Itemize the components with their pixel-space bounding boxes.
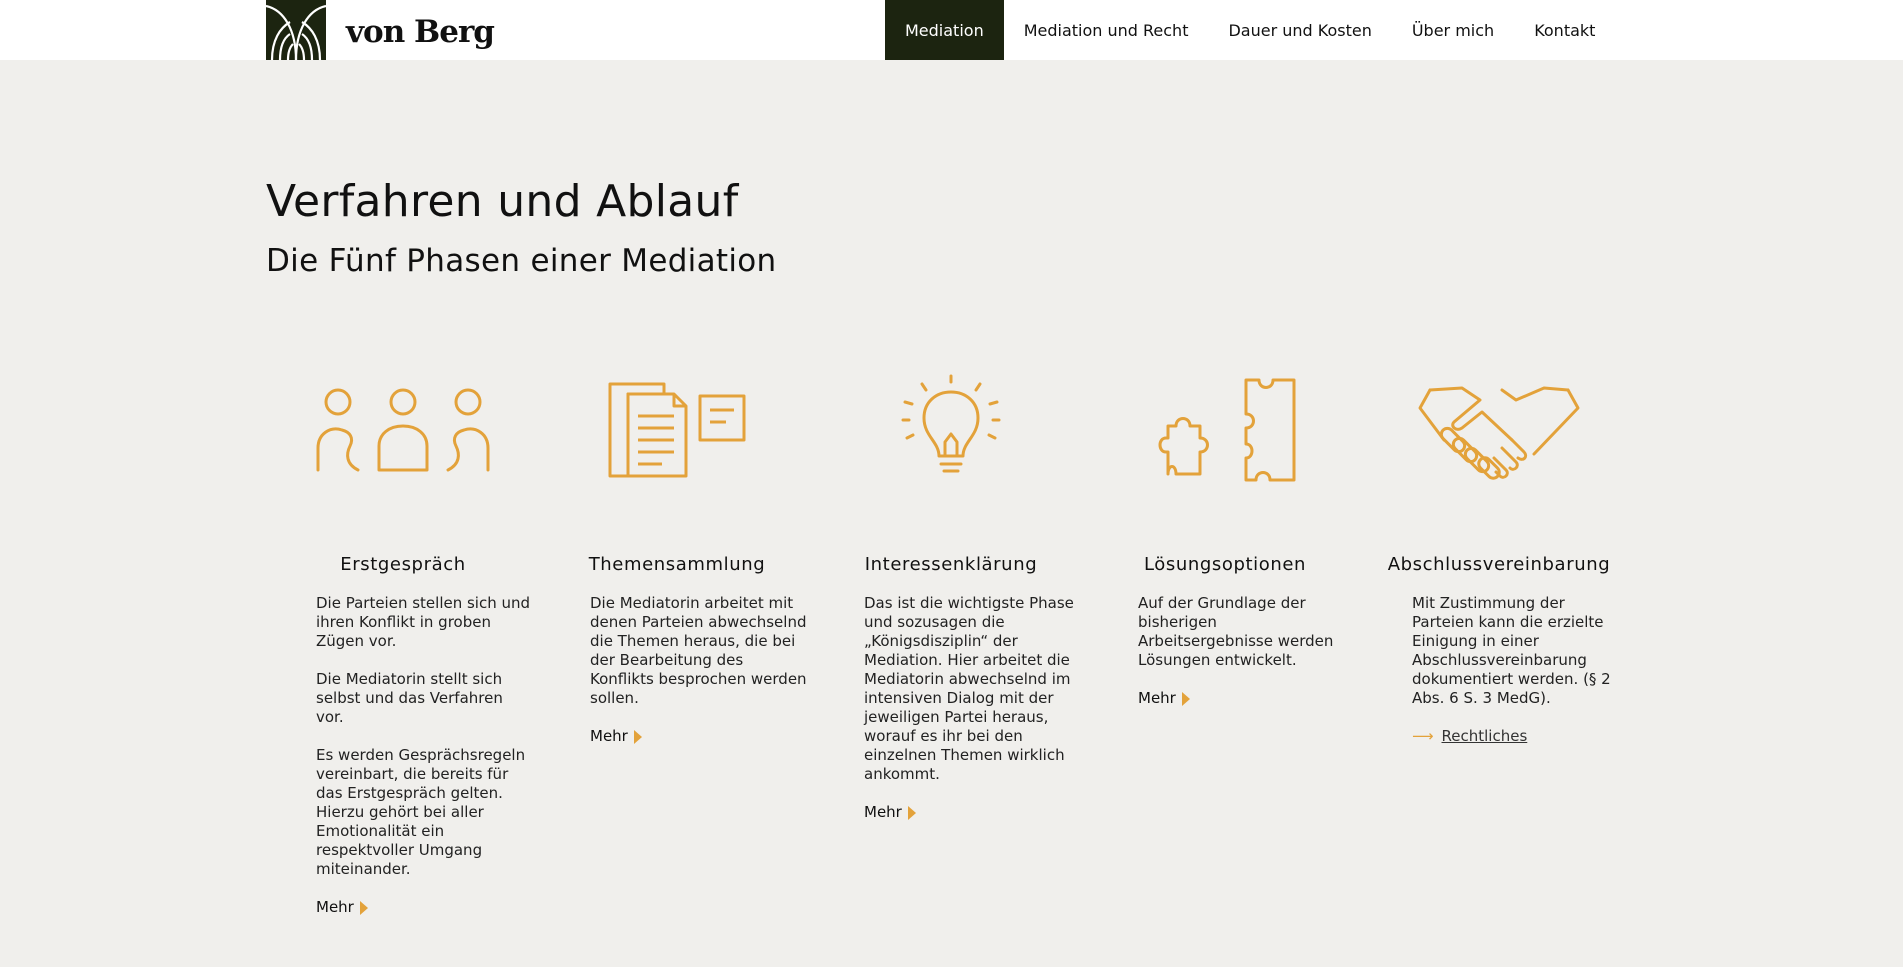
nav-item-mediation-und-recht[interactable]: Mediation und Recht xyxy=(1004,0,1209,60)
phase-body: Die Parteien stellen sich und ihren Konf… xyxy=(316,594,534,917)
arrow-right-icon: ⟶ xyxy=(1412,727,1434,745)
phase-text: Das ist die wichtigste Phase und sozusag… xyxy=(864,594,1074,783)
brand-logo[interactable]: von Berg xyxy=(266,0,495,60)
nav-item-dauer-und-kosten[interactable]: Dauer und Kosten xyxy=(1208,0,1391,60)
puzzle-icon xyxy=(1158,378,1296,482)
nav-item-ueber-mich[interactable]: Über mich xyxy=(1392,0,1514,60)
handshake-icon xyxy=(1418,386,1580,480)
people-icon xyxy=(316,388,490,472)
main-nav: Mediation Mediation und Recht Dauer und … xyxy=(885,0,1615,60)
phase-text: Mit Zustimmung der Parteien kann die erz… xyxy=(1412,594,1611,707)
brand-name: von Berg xyxy=(346,14,495,50)
lightbulb-icon xyxy=(901,374,1001,473)
triangle-arrow-icon xyxy=(633,729,642,744)
phase-body: Auf der Grundlage der bisherigen Arbeits… xyxy=(1138,594,1356,708)
more-link-label: Mehr xyxy=(864,803,902,821)
arch-logo-icon xyxy=(266,0,326,60)
more-link-interessenklaerung[interactable]: Mehr xyxy=(864,803,916,822)
page-subtitle: Die Fünf Phasen einer Mediation xyxy=(266,243,777,279)
documents-icon xyxy=(608,382,746,478)
legal-link[interactable]: ⟶ Rechtliches xyxy=(1412,727,1527,746)
site-header: von Berg Mediation Mediation und Recht D… xyxy=(0,0,1903,60)
page-title: Verfahren und Ablauf xyxy=(266,176,739,227)
triangle-arrow-icon xyxy=(1181,691,1190,706)
legal-link-label: Rechtliches xyxy=(1441,727,1528,745)
nav-item-mediation[interactable]: Mediation xyxy=(885,0,1004,60)
more-link-loesungsoptionen[interactable]: Mehr xyxy=(1138,689,1190,708)
phase-body: Mit Zustimmung der Parteien kann die erz… xyxy=(1412,594,1630,746)
phase-text: Auf der Grundlage der bisherigen Arbeits… xyxy=(1138,594,1334,669)
phase-body: Die Mediatorin arbeitet mit denen Partei… xyxy=(590,594,808,746)
phase-text: Es werden Gesprächsregeln vereinbart, di… xyxy=(316,746,526,878)
phase-body: Das ist die wichtigste Phase und sozusag… xyxy=(864,594,1082,822)
more-link-themensammlung[interactable]: Mehr xyxy=(590,727,642,746)
triangle-arrow-icon xyxy=(359,900,368,915)
phase-title: Interessenklärung xyxy=(864,554,1038,575)
phase-title: Erstgespräch xyxy=(340,554,466,575)
more-link-label: Mehr xyxy=(316,898,354,916)
more-link-erstgespraech[interactable]: Mehr xyxy=(316,898,368,917)
phase-title: Themensammlung xyxy=(588,554,766,575)
phase-text: Die Parteien stellen sich und ihren Konf… xyxy=(316,594,531,650)
more-link-label: Mehr xyxy=(590,727,628,745)
nav-item-kontakt[interactable]: Kontakt xyxy=(1514,0,1615,60)
phase-text: Die Mediatorin arbeitet mit denen Partei… xyxy=(590,594,807,707)
phase-text: Die Mediatorin stellt sich selbst und da… xyxy=(316,670,503,726)
triangle-arrow-icon xyxy=(907,805,916,820)
phase-title: Abschlussvereinbarung xyxy=(1387,554,1611,575)
phase-title: Lösungsoptionen xyxy=(1143,554,1307,575)
more-link-label: Mehr xyxy=(1138,689,1176,707)
